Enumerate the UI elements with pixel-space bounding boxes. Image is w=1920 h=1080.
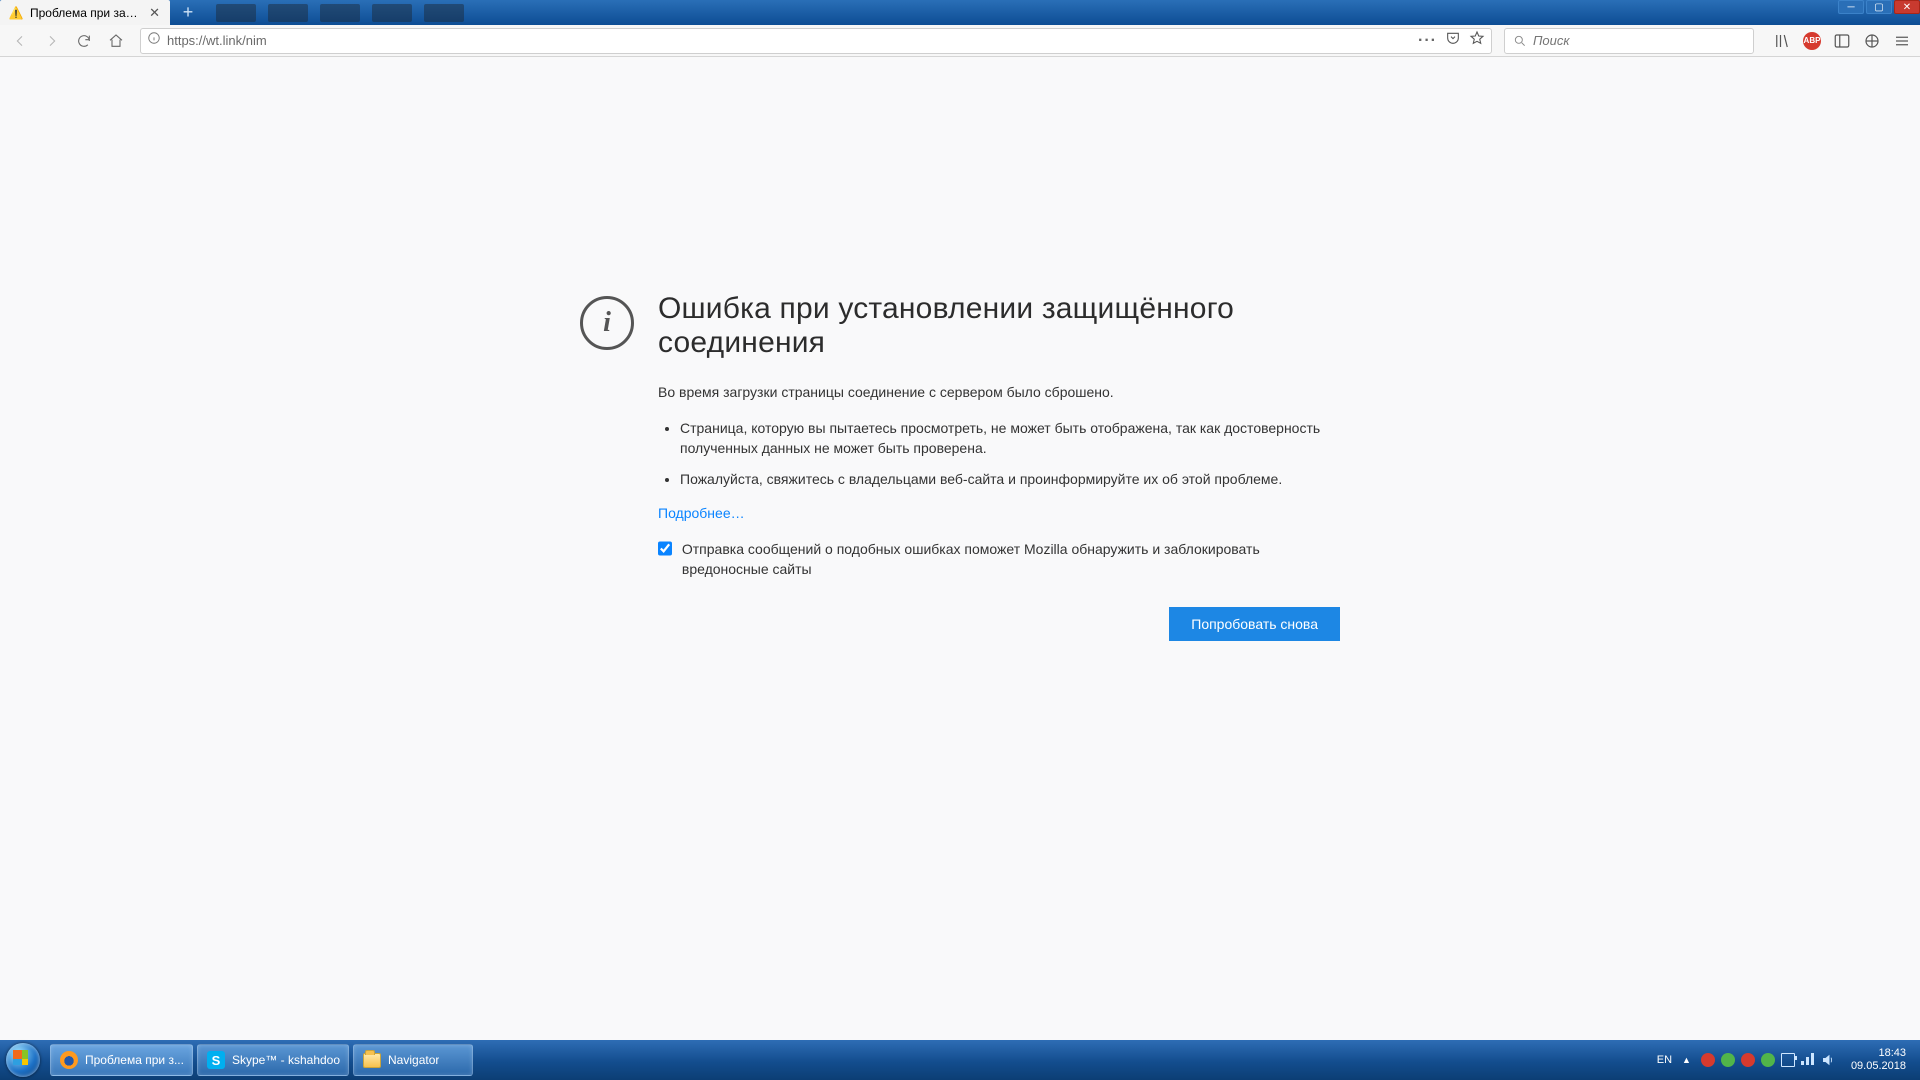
windows-taskbar: Проблема при з... S Skype™ - kshahdoo Na…: [0, 1040, 1920, 1080]
report-errors-label: Отправка сообщений о подобных ошибках по…: [682, 539, 1340, 580]
containers-icon[interactable]: [1862, 31, 1882, 51]
bg-thumb[interactable]: [268, 4, 308, 22]
adblock-icon[interactable]: ABP: [1802, 31, 1822, 51]
bg-thumb[interactable]: [320, 4, 360, 22]
error-bullet: Пожалуйста, свяжитесь с владельцами веб-…: [680, 469, 1340, 489]
error-bullet-list: Страница, которую вы пытаетесь просмотре…: [658, 418, 1340, 489]
error-bullet: Страница, которую вы пытаетесь просмотре…: [680, 418, 1340, 459]
tray-overflow-icon[interactable]: ▲: [1682, 1055, 1691, 1065]
tray-icons: [1701, 1053, 1835, 1067]
toolbar-right-icons: ABP: [1762, 31, 1912, 51]
window-maximize-button[interactable]: ▢: [1866, 0, 1892, 14]
retry-button[interactable]: Попробовать снова: [1169, 607, 1340, 641]
url-input[interactable]: [167, 33, 1412, 48]
url-bar[interactable]: ···: [140, 28, 1492, 54]
learn-more-link[interactable]: Подробнее…: [658, 505, 745, 521]
error-title: Ошибка при установлении защищённого соед…: [658, 292, 1340, 360]
tray-app-icon[interactable]: [1741, 1053, 1755, 1067]
tray-app-icon[interactable]: [1721, 1053, 1735, 1067]
search-input[interactable]: [1533, 33, 1745, 48]
bg-thumb[interactable]: [216, 4, 256, 22]
search-bar[interactable]: [1504, 28, 1754, 54]
taskbar-item-skype[interactable]: S Skype™ - kshahdoo: [197, 1044, 349, 1076]
taskbar-item-firefox[interactable]: Проблема при з...: [50, 1044, 193, 1076]
reload-button[interactable]: [72, 29, 96, 53]
pocket-icon[interactable]: [1445, 30, 1461, 51]
error-lead: Во время загрузки страницы соединение с …: [658, 384, 1340, 400]
search-icon: [1513, 34, 1527, 48]
site-identity-icon[interactable]: [147, 31, 161, 50]
library-icon[interactable]: [1772, 31, 1792, 51]
window-minimize-button[interactable]: ─: [1838, 0, 1864, 14]
volume-icon[interactable]: [1821, 1053, 1835, 1067]
browser-tab-active[interactable]: ⚠️ Проблема при загрузке стра ✕: [0, 0, 170, 25]
report-errors-checkbox[interactable]: [658, 541, 672, 556]
skype-icon: S: [206, 1050, 226, 1070]
firefox-icon: [59, 1050, 79, 1070]
battery-icon[interactable]: [1781, 1053, 1795, 1067]
taskbar-clock[interactable]: 18:43 09.05.2018: [1845, 1047, 1912, 1072]
bg-thumb[interactable]: [372, 4, 412, 22]
windows-orb-icon: [6, 1043, 40, 1077]
new-tab-button[interactable]: +: [174, 3, 202, 23]
folder-icon: [362, 1050, 382, 1070]
background-tab-thumbnails: [216, 4, 464, 22]
titlebar: ⚠️ Проблема при загрузке стра ✕ + ─ ▢ ✕: [0, 0, 1920, 25]
network-icon[interactable]: [1801, 1053, 1815, 1067]
system-tray: EN ▲ 18:43 09.05.2018: [1657, 1047, 1920, 1072]
home-button[interactable]: [104, 29, 128, 53]
window-controls: ─ ▢ ✕: [1838, 0, 1920, 14]
bookmark-star-icon[interactable]: [1469, 30, 1485, 51]
browser-toolbar: ··· ABP: [0, 25, 1920, 57]
warning-icon: ⚠️: [8, 5, 24, 21]
tray-app-icon[interactable]: [1701, 1053, 1715, 1067]
sidebar-icon[interactable]: [1832, 31, 1852, 51]
app-menu-button[interactable]: [1892, 31, 1912, 51]
tray-app-icon[interactable]: [1761, 1053, 1775, 1067]
page-content: i Ошибка при установлении защищённого со…: [0, 57, 1920, 1057]
tab-close-icon[interactable]: ✕: [147, 5, 162, 21]
bg-thumb[interactable]: [424, 4, 464, 22]
page-actions-icon[interactable]: ···: [1418, 32, 1437, 50]
taskbar-item-navigator[interactable]: Navigator: [353, 1044, 473, 1076]
report-errors-row: Отправка сообщений о подобных ошибках по…: [658, 539, 1340, 580]
back-button[interactable]: [8, 29, 32, 53]
tab-title: Проблема при загрузке стра: [30, 6, 141, 20]
language-indicator[interactable]: EN: [1657, 1054, 1672, 1066]
info-icon: i: [580, 296, 634, 350]
forward-button[interactable]: [40, 29, 64, 53]
start-button[interactable]: [0, 1040, 46, 1080]
window-close-button[interactable]: ✕: [1894, 0, 1920, 14]
error-container: i Ошибка при установлении защищённого со…: [580, 292, 1340, 641]
